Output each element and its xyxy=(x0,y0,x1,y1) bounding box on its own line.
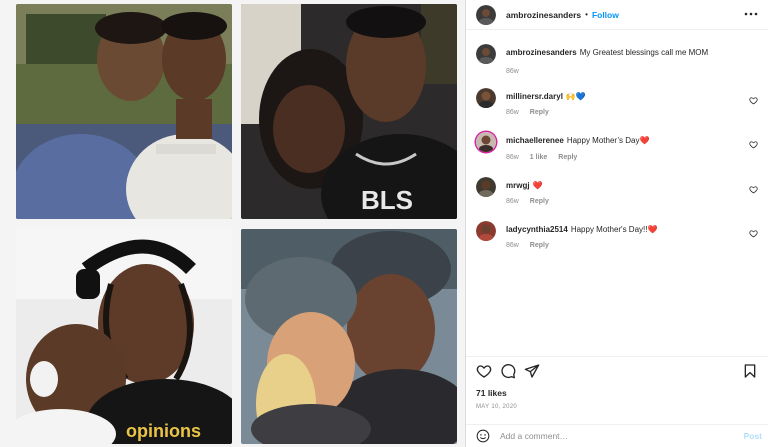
photo-mother-son-outdoor xyxy=(16,4,232,219)
reply-button[interactable]: Reply xyxy=(558,154,577,161)
comment-time[interactable]: 86w xyxy=(506,154,519,161)
comment-icon[interactable] xyxy=(500,363,516,379)
bookmark-icon[interactable] xyxy=(742,363,758,379)
post-header: ambrozinesanders • Follow xyxy=(466,0,768,30)
comment-text: Happy Mother's Day!!❤️ xyxy=(570,225,658,234)
comment-meta: 86w Reply xyxy=(506,198,558,205)
follow-button[interactable]: Follow xyxy=(592,10,619,20)
reply-button[interactable]: Reply xyxy=(530,198,549,205)
comment-text-line: michaellerenee Happy Mother’s Day❤️ xyxy=(506,135,746,146)
comment-text-line: mrwgj ❤️ xyxy=(506,180,746,191)
comment-username[interactable]: ladycynthia2514 xyxy=(506,225,568,234)
heart-icon[interactable] xyxy=(749,96,758,105)
comment-text-line: ladycynthia2514 Happy Mother's Day!!❤️ xyxy=(506,224,746,235)
reply-button[interactable]: Reply xyxy=(530,242,549,249)
photo-eagles-hats xyxy=(241,229,457,444)
likes-count[interactable]: 71 likes xyxy=(476,388,507,398)
comment-username[interactable]: michaellerenee xyxy=(506,136,564,145)
separator-dot: • xyxy=(585,10,588,19)
comment-username[interactable]: millinersr.daryl xyxy=(506,92,563,101)
comment-avatar[interactable] xyxy=(476,221,496,241)
comment-likes[interactable]: 1 like xyxy=(530,154,548,161)
comment-meta: 86w 1 like Reply xyxy=(506,154,586,161)
more-icon[interactable] xyxy=(744,7,758,21)
caption-text: My Greatest blessings call me MOM xyxy=(579,48,709,57)
comment-text: ❤️ xyxy=(532,181,543,190)
post-date[interactable]: MAY 10, 2020 xyxy=(476,404,517,410)
instagram-post: BLS opinions ambrozinesanders • Follow a… xyxy=(0,0,768,447)
comment-text: 🙌💙 xyxy=(565,92,586,101)
heart-icon[interactable] xyxy=(749,229,758,238)
heart-icon[interactable] xyxy=(749,140,758,149)
svg-text:BLS: BLS xyxy=(361,185,413,215)
caption-time[interactable]: 86w xyxy=(506,68,519,75)
add-comment-input[interactable] xyxy=(500,431,720,441)
like-heart-icon[interactable] xyxy=(476,363,492,379)
comment-time[interactable]: 86w xyxy=(506,198,519,205)
share-icon[interactable] xyxy=(524,363,540,379)
comment-username[interactable]: mrwgj xyxy=(506,181,530,190)
photo-mother-son-night: BLS xyxy=(241,4,457,219)
caption-meta: 86w xyxy=(506,68,528,75)
comment-text-line: millinersr.daryl 🙌💙 xyxy=(506,91,746,102)
add-comment-bar: Post xyxy=(466,424,768,447)
comment-text: Happy Mother’s Day❤️ xyxy=(566,136,650,145)
heart-icon[interactable] xyxy=(749,185,758,194)
comment-avatar[interactable] xyxy=(476,88,496,108)
caption-username[interactable]: ambrozinesanders xyxy=(506,48,577,57)
author-username[interactable]: ambrozinesanders xyxy=(506,10,581,20)
comment-meta: 86w Reply xyxy=(506,109,558,116)
emoji-icon[interactable] xyxy=(476,429,490,443)
post-comment-button[interactable]: Post xyxy=(744,431,762,441)
comment-avatar[interactable] xyxy=(476,177,496,197)
reply-button[interactable]: Reply xyxy=(530,109,549,116)
post-actions-bar xyxy=(466,356,768,384)
post-media-collage[interactable]: BLS opinions xyxy=(0,0,466,447)
comment-meta: 86w Reply xyxy=(506,242,558,249)
comment-time[interactable]: 86w xyxy=(506,242,519,249)
svg-text:opinions: opinions xyxy=(126,421,201,441)
photo-mother-son-headphones: opinions xyxy=(16,229,232,444)
caption-text-line: ambrozinesanders My Greatest blessings ca… xyxy=(506,47,746,58)
comment-avatar[interactable] xyxy=(476,132,496,152)
author-avatar[interactable] xyxy=(476,4,496,25)
comment-time[interactable]: 86w xyxy=(506,109,519,116)
post-side-panel: ambrozinesanders • Follow ambrozinesande… xyxy=(466,0,768,447)
caption-avatar[interactable] xyxy=(476,44,496,64)
